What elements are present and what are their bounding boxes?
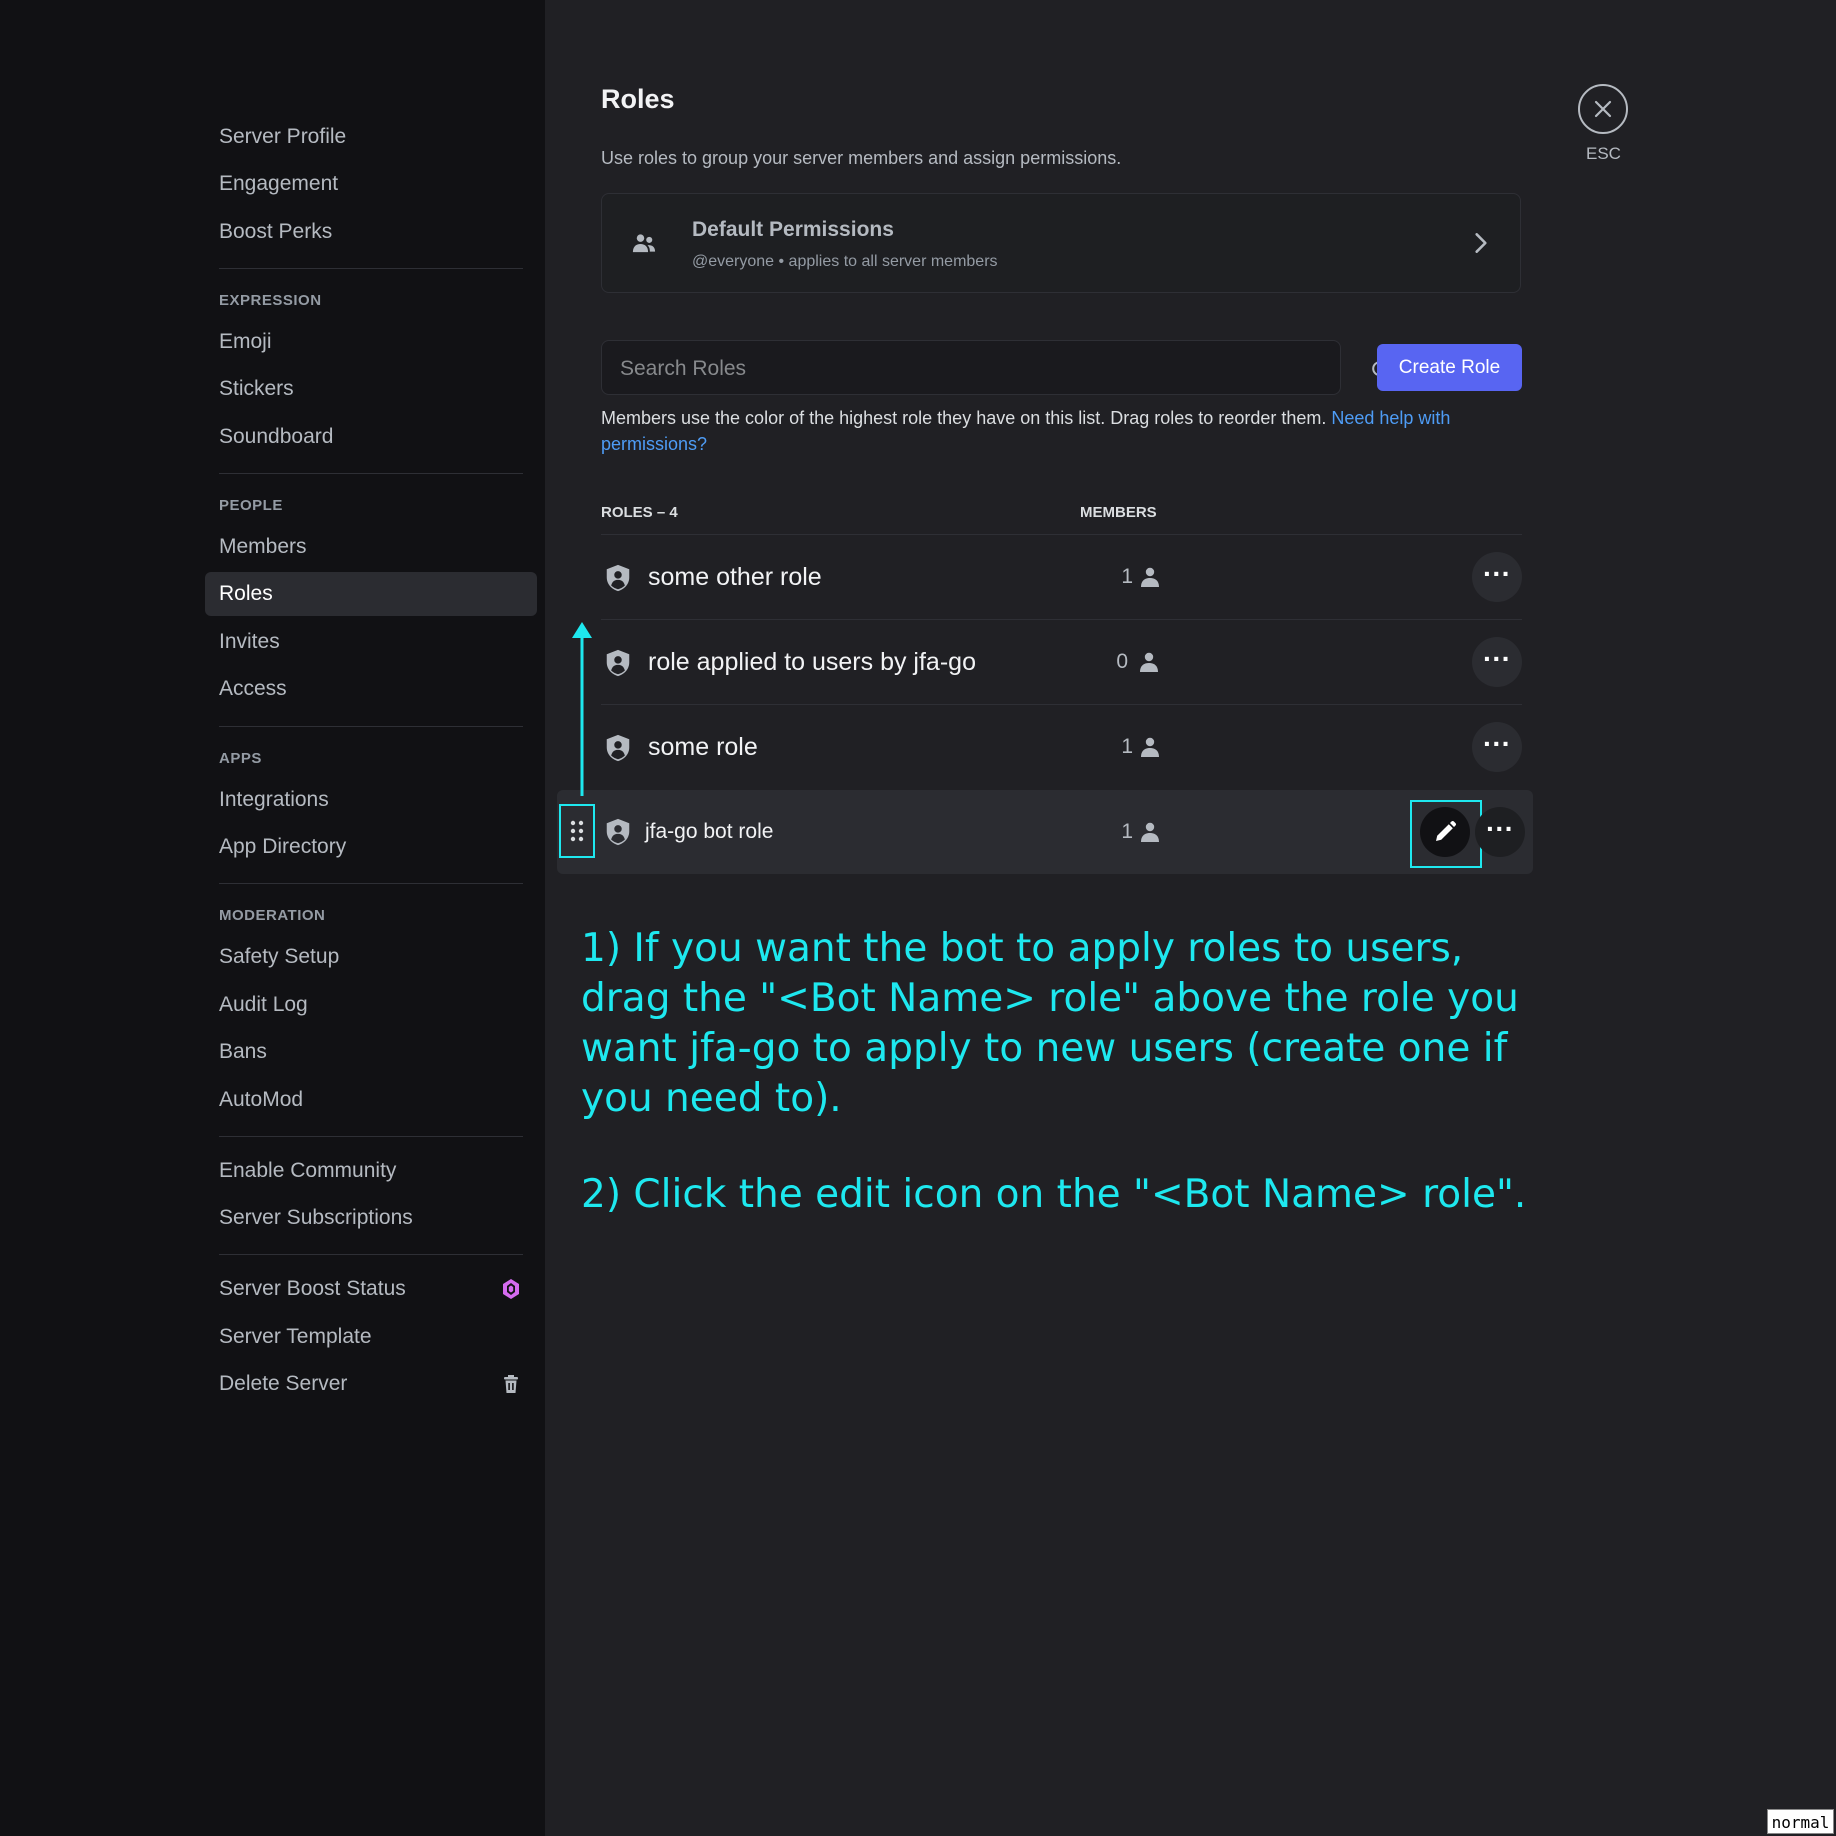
members-column-header: MEMBERS (1080, 504, 1157, 521)
sidebar-item-server-profile[interactable]: Server Profile (205, 115, 537, 159)
role-name: jfa-go bot role (645, 820, 774, 843)
sidebar-item-app-directory[interactable]: App Directory (205, 825, 537, 869)
mode-indicator: normal (1767, 1809, 1834, 1834)
sidebar-item-members[interactable]: Members (205, 525, 537, 569)
sidebar-item-label: Server Boost Status (219, 1277, 406, 1300)
roles-hint: Members use the color of the highest rol… (601, 405, 1521, 457)
sidebar-header-people: PEOPLE (219, 497, 283, 514)
sidebar-header-moderation: MODERATION (219, 907, 326, 924)
sidebar-item-stickers[interactable]: Stickers (205, 367, 537, 411)
role-more-options-button[interactable]: ··· (1472, 637, 1522, 687)
sidebar-divider (219, 1254, 523, 1255)
sidebar-header-apps: APPS (219, 750, 262, 767)
sidebar-item-safety-setup[interactable]: Safety Setup (205, 935, 537, 979)
member-count: 1 (1121, 565, 1133, 588)
sidebar-item-roles[interactable]: Roles (205, 572, 537, 616)
sidebar-item-emoji[interactable]: Emoji (205, 320, 537, 364)
roles-hint-text: Members use the color of the highest rol… (601, 408, 1332, 428)
default-permissions-card[interactable]: Default Permissions @everyone • applies … (601, 193, 1521, 293)
sidebar-header-expression: EXPRESSION (219, 292, 322, 309)
drag-handle-highlight[interactable] (559, 804, 595, 858)
role-shield-icon (606, 818, 630, 846)
edit-role-button[interactable] (1420, 807, 1470, 857)
role-row[interactable]: some role 1 ··· (601, 705, 1522, 789)
drag-handle-icon (570, 820, 584, 842)
sidebar-divider (219, 883, 523, 884)
search-roles-input[interactable] (618, 341, 1302, 396)
roles-column-header: ROLES – 4 (601, 504, 678, 521)
annotation-step-1: 1) If you want the bot to apply roles to… (581, 926, 1519, 1121)
sidebar-item-delete-server[interactable]: Delete Server (205, 1362, 537, 1406)
role-name: role applied to users by jfa-go (648, 648, 976, 676)
trash-icon (504, 1375, 518, 1393)
settings-sidebar: Server Profile Engagement Boost Perks EX… (0, 0, 545, 1836)
sidebar-item-invites[interactable]: Invites (205, 620, 537, 664)
sidebar-item-enable-community[interactable]: Enable Community (205, 1149, 537, 1193)
sidebar-item-integrations[interactable]: Integrations (205, 778, 537, 822)
esc-label: ESC (1586, 144, 1621, 163)
sidebar-item-automod[interactable]: AutoMod (205, 1078, 537, 1122)
sidebar-item-access[interactable]: Access (205, 667, 537, 711)
member-count: 1 (1121, 820, 1133, 843)
sidebar-divider (219, 726, 523, 727)
sidebar-item-label: Delete Server (219, 1372, 348, 1395)
sidebar-item-server-subscriptions[interactable]: Server Subscriptions (205, 1196, 537, 1240)
people-icon (632, 234, 656, 253)
member-count: 0 (1116, 650, 1128, 673)
boost-gem-icon (503, 1279, 519, 1299)
role-more-options-button[interactable]: ··· (1472, 552, 1522, 602)
person-icon (1141, 822, 1159, 842)
sidebar-item-server-template[interactable]: Server Template (205, 1315, 537, 1359)
sidebar-item-audit-log[interactable]: Audit Log (205, 983, 537, 1027)
person-icon (1141, 737, 1159, 757)
person-icon (1141, 567, 1159, 587)
sidebar-item-bans[interactable]: Bans (205, 1030, 537, 1074)
sidebar-item-soundboard[interactable]: Soundboard (205, 415, 537, 459)
role-shield-icon (606, 564, 630, 592)
pencil-icon (1436, 820, 1457, 841)
role-more-options-button[interactable]: ··· (1475, 807, 1525, 857)
default-permissions-subtitle: @everyone • applies to all server member… (692, 253, 998, 270)
role-row-highlighted[interactable]: jfa-go bot role 1 ··· (557, 790, 1533, 874)
role-name: some other role (648, 563, 822, 591)
chevron-right-icon (1475, 233, 1487, 253)
member-count: 1 (1121, 735, 1133, 758)
create-role-button[interactable]: Create Role (1377, 344, 1522, 391)
sidebar-item-boost-perks[interactable]: Boost Perks (205, 210, 537, 254)
sidebar-divider (219, 1136, 523, 1137)
sidebar-divider (219, 268, 523, 269)
role-name: some role (648, 733, 758, 761)
role-row[interactable]: role applied to users by jfa-go 0 ··· (601, 620, 1522, 704)
role-row[interactable]: some other role 1 ··· (601, 535, 1522, 619)
close-button[interactable] (1578, 84, 1628, 134)
sidebar-item-engagement[interactable]: Engagement (205, 162, 537, 206)
page-title: Roles (601, 84, 675, 114)
sidebar-item-server-boost-status[interactable]: Server Boost Status (205, 1267, 537, 1311)
sidebar-divider (219, 473, 523, 474)
drag-up-arrow-icon (572, 622, 592, 796)
page-description: Use roles to group your server members a… (601, 148, 1122, 168)
role-shield-icon (606, 649, 630, 677)
search-roles-box (601, 340, 1391, 396)
default-permissions-title: Default Permissions (692, 218, 894, 241)
role-more-options-button[interactable]: ··· (1472, 722, 1522, 772)
person-icon (1140, 652, 1158, 672)
role-shield-icon (606, 734, 630, 762)
roles-settings-panel: Roles Use roles to group your server mem… (545, 0, 1836, 1836)
close-icon (1594, 100, 1612, 118)
annotation-step-2: 2) Click the edit icon on the "<Bot Name… (581, 1172, 1527, 1217)
